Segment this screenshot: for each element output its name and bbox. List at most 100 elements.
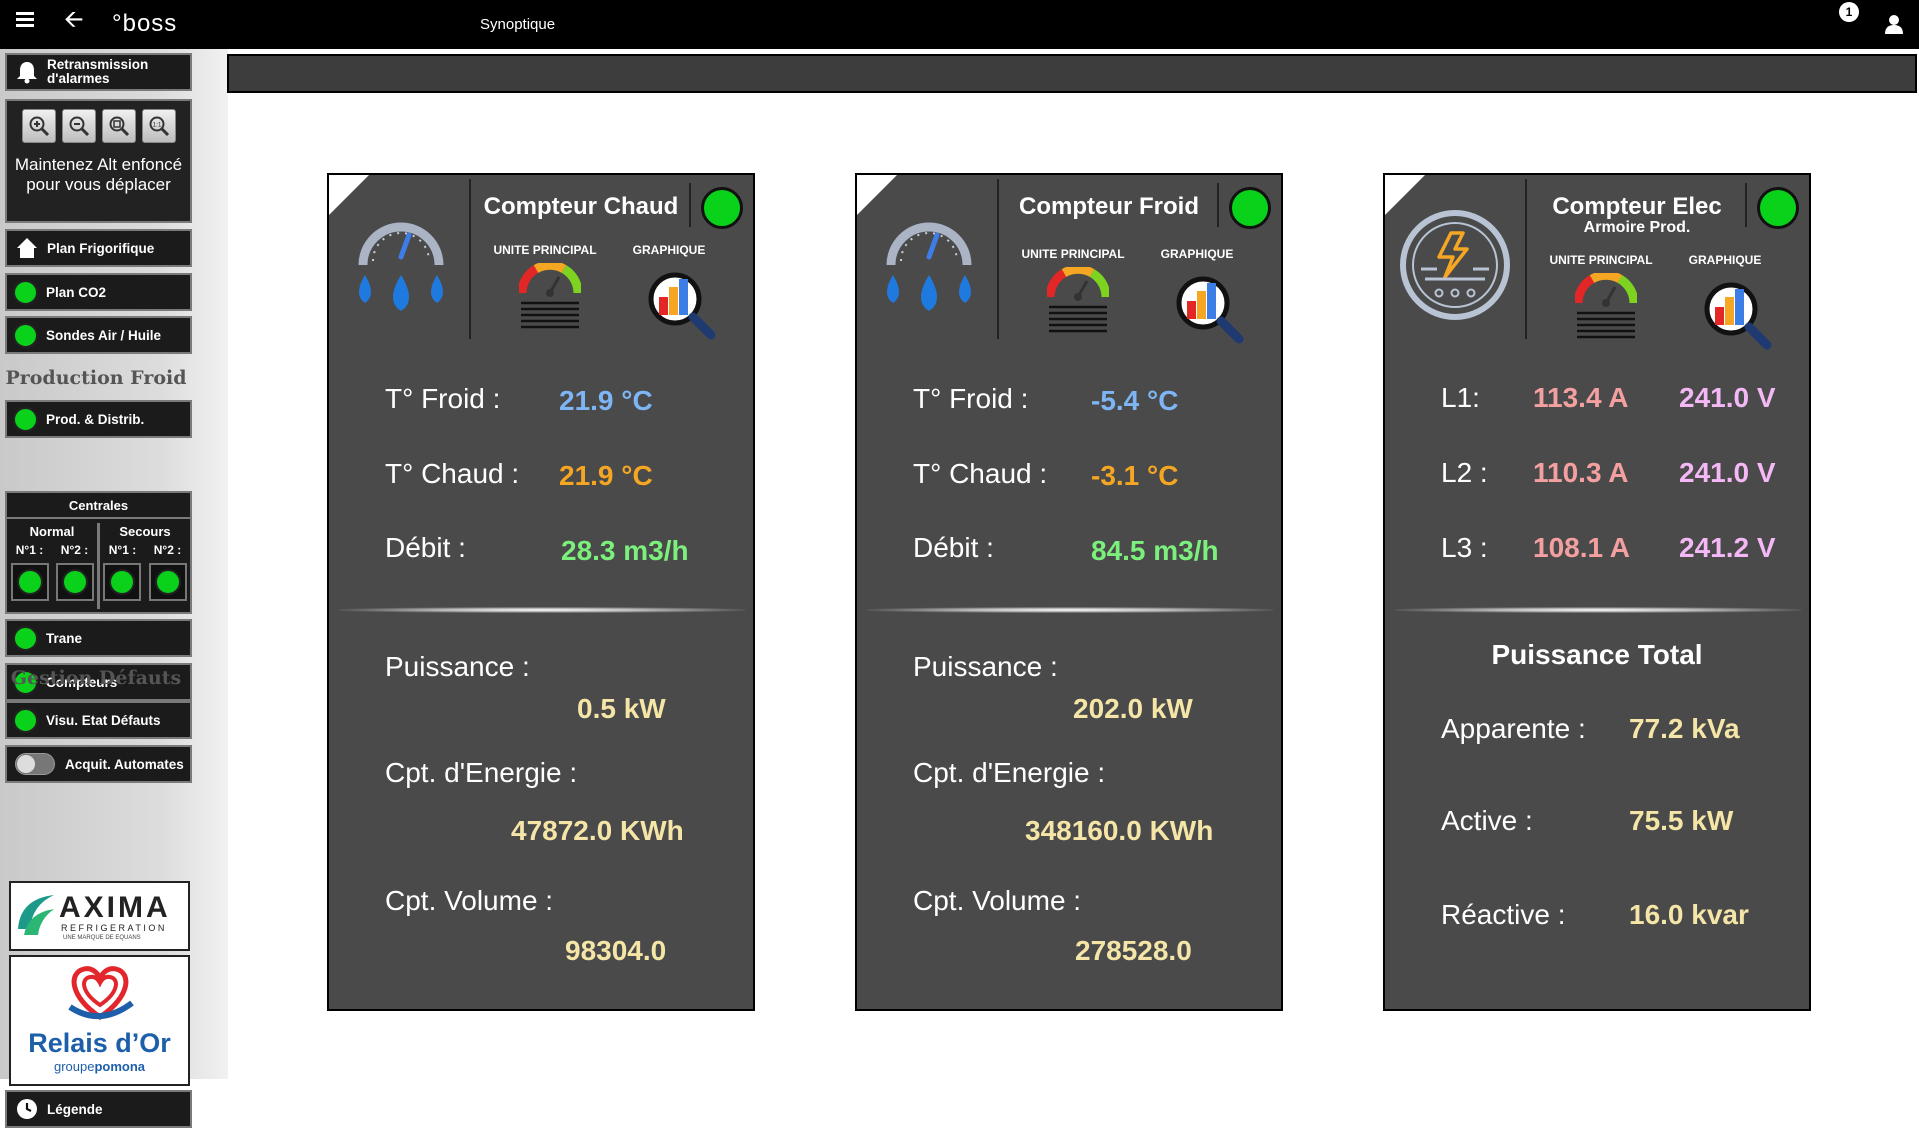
axima-tag: UNE MARQUE DE EQUANS (63, 935, 141, 941)
centrales-panel: Centrales Normal N°1 : N°2 : Secours N°1… (5, 491, 192, 614)
panel-subtitle: Armoire Prod. (1583, 219, 1691, 236)
gauge-icon[interactable] (519, 263, 581, 329)
l3-label: L3 : (1441, 532, 1488, 563)
l3-voltage: 241.2 V (1679, 532, 1776, 563)
l1-current: 113.4 A (1533, 382, 1629, 413)
t-chaud-value: 21.9 °C (559, 460, 653, 491)
visu-defauts-button[interactable]: Visu. Etat Défauts (5, 701, 192, 739)
prod-distrib-button[interactable]: Prod. & Distrib. (5, 400, 192, 438)
normal-label: Normal (29, 524, 75, 539)
graphique-label: GRAPHIQUE (1160, 247, 1234, 261)
header-divider (1525, 179, 1527, 339)
plan-frigorifique-label: Plan Frigorifique (47, 240, 155, 256)
puissance-label: Puissance : (385, 651, 530, 682)
axima-logo: AXIMA REFRIGERATION UNE MARQUE DE EQUANS (9, 881, 190, 951)
sondes-label: Sondes Air / Huile (46, 327, 162, 343)
status-indicator (1757, 187, 1799, 229)
l3-current: 108.1 A (1533, 532, 1631, 563)
sondes-button[interactable]: Sondes Air / Huile (5, 316, 192, 354)
secours-n2-status[interactable] (148, 563, 187, 601)
gestion-defauts-heading: Gestion Défauts (10, 667, 182, 689)
secours-n1-status[interactable] (103, 563, 142, 601)
compteur-froid-panel: Compteur Froid UNITE PRINCIPAL GRAPHIQUE… (855, 173, 1283, 1011)
status-indicator (13, 625, 38, 651)
legende-label: Légende (47, 1101, 103, 1117)
chart-magnifier-icon[interactable] (1703, 279, 1773, 351)
page-title: Synoptique (480, 16, 556, 33)
graphique-label: GRAPHIQUE (1688, 253, 1762, 267)
volume-label: Cpt. Volume : (913, 885, 1082, 916)
header-divider (689, 183, 691, 227)
acquit-automates-button[interactable]: Acquit. Automates (5, 745, 192, 783)
debit-label: Débit : (385, 532, 466, 563)
apparente-label: Apparente : (1441, 713, 1586, 744)
t-chaud-label: T° Chaud : (385, 458, 520, 489)
alarm-retransmission-button[interactable]: Retransmission d'alarmes (5, 53, 192, 91)
header-divider (1745, 183, 1747, 227)
header-divider (469, 179, 471, 339)
panel-title: Compteur Chaud (483, 193, 679, 220)
header-divider (1217, 183, 1219, 227)
l2-voltage: 241.0 V (1679, 457, 1776, 488)
t-froid-label: T° Froid : (913, 383, 1029, 414)
t-chaud-value: -3.1 °C (1091, 460, 1179, 491)
plan-frigorifique-button[interactable]: Plan Frigorifique (5, 229, 192, 267)
trane-label: Trane (46, 630, 83, 646)
t-chaud-label: T° Chaud : (913, 458, 1048, 489)
l2-label: L2 : (1441, 457, 1488, 488)
reactive-value: 16.0 kvar (1629, 899, 1749, 930)
puissance-value: 202.0 kW (1073, 693, 1193, 724)
acquit-toggle[interactable] (15, 753, 55, 775)
secours-n2-label: N°2 : (153, 543, 182, 557)
plan-co2-label: Plan CO2 (46, 284, 107, 300)
back-arrow-icon[interactable]: 🡨 (64, 8, 84, 32)
normal-n2-status[interactable] (55, 563, 94, 601)
energie-label: Cpt. d'Energie : (385, 757, 578, 788)
axima-sub: REFRIGERATION (61, 923, 167, 933)
plan-co2-button[interactable]: Plan CO2 (5, 273, 192, 311)
normal-n1-status[interactable] (10, 563, 49, 601)
menu-icon[interactable] (16, 12, 34, 28)
zoom-reset-icon[interactable]: 1:1 (141, 109, 176, 143)
compteur-chaud-panel: Compteur Chaud UNITE PRINCIPAL GRAPHIQUE… (327, 173, 755, 1011)
chart-magnifier-icon[interactable] (1175, 273, 1245, 345)
apparente-value: 77.2 kVa (1629, 713, 1740, 744)
gauge-icon[interactable] (1575, 273, 1637, 339)
alarm-retransmission-label: Retransmission d'alarmes (47, 57, 149, 86)
user-icon[interactable] (1885, 14, 1903, 34)
panel-divider (1395, 607, 1801, 613)
zoom-in-icon[interactable] (21, 109, 56, 143)
chart-magnifier-icon[interactable] (647, 269, 717, 341)
t-froid-value: 21.9 °C (559, 385, 653, 416)
status-indicator (13, 279, 38, 305)
centrales-title: Centrales (7, 493, 190, 519)
trane-button[interactable]: Trane (5, 619, 192, 657)
volume-value: 98304.0 (565, 935, 667, 966)
unite-principal-label: UNITE PRINCIPAL (1021, 247, 1125, 261)
status-indicator (701, 187, 743, 229)
clock-icon (13, 1098, 41, 1120)
unite-principal-label: UNITE PRINCIPAL (493, 243, 597, 257)
relais-dor-logo: Relais d’Or groupepomona (9, 955, 190, 1086)
production-froid-heading: Production Froid (5, 367, 187, 389)
zoom-fit-icon[interactable] (101, 109, 136, 143)
l2-current: 110.3 A (1533, 457, 1629, 488)
water-meter-icon (886, 222, 972, 311)
zoom-panel: 1:1 Maintenez Alt enfoncé pour vous dépl… (5, 99, 192, 223)
home-icon (13, 236, 41, 260)
svg-text:1:1: 1:1 (152, 122, 161, 129)
normal-n1-label: N°1 : (15, 543, 44, 557)
reactive-label: Réactive : (1441, 899, 1566, 930)
axima-name: AXIMA (59, 891, 171, 924)
legende-button[interactable]: Légende (5, 1090, 192, 1128)
graphique-label: GRAPHIQUE (632, 243, 706, 257)
t-froid-value: -5.4 °C (1091, 385, 1179, 416)
volume-value: 278528.0 (1075, 935, 1192, 966)
energie-label: Cpt. d'Energie : (913, 757, 1106, 788)
zoom-out-icon[interactable] (61, 109, 96, 143)
notification-badge[interactable]: 1 (1839, 2, 1859, 22)
gauge-icon[interactable] (1047, 267, 1109, 333)
debit-value: 28.3 m3/h (561, 535, 689, 566)
synoptic-toolbar (227, 54, 1917, 93)
debit-label: Débit : (913, 532, 994, 563)
